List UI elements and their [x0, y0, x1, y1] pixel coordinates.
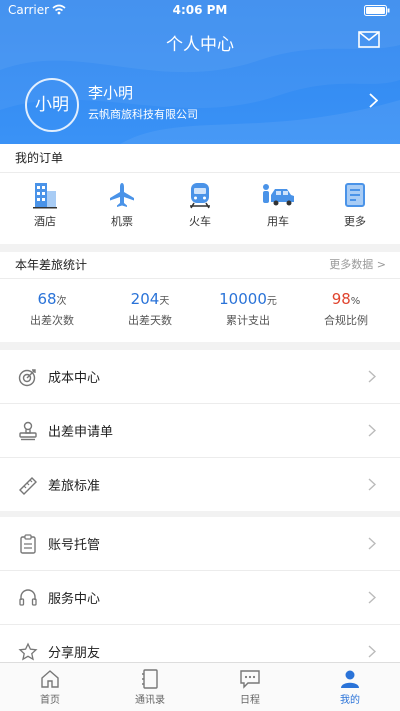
order-label: 机票 [111, 215, 133, 228]
ruler-icon [19, 477, 37, 495]
chevron-right-icon[interactable] [369, 93, 378, 108]
order-train[interactable]: 火车 [170, 181, 230, 229]
bottom-tab-bar: 首页 通讯录 日程 我的 [0, 662, 400, 711]
page-title: 个人中心 [166, 35, 234, 55]
menu-label: 成本中心 [48, 371, 101, 386]
clock: 4:06 PM [172, 3, 228, 17]
stat-unit: 天 [159, 296, 170, 307]
tab-label: 通讯录 [135, 695, 165, 706]
stat-label: 累计支出 [226, 314, 270, 327]
stamp-icon [19, 421, 37, 441]
user-company: 云帆商旅科技有限公司 [88, 108, 198, 121]
hotel-icon [33, 183, 57, 209]
stat-unit: 元 [266, 296, 277, 307]
stat-total-spend: 10000元 累计支出 [198, 290, 298, 328]
menu-group-travel: 成本中心 出差申请单 差旅标准 [0, 350, 400, 511]
person-icon [341, 670, 359, 688]
menu-label: 差旅标准 [48, 479, 101, 494]
airplane-icon [110, 183, 134, 207]
stat-unit: 次 [56, 296, 67, 307]
battery-icon [364, 5, 390, 16]
menu-label: 账号托管 [48, 538, 101, 553]
chat-icon [240, 670, 260, 689]
status-bar: Carrier 4:06 PM [0, 0, 400, 20]
target-icon [18, 369, 36, 387]
stat-value: 68 [37, 290, 57, 308]
stat-label: 出差次数 [30, 314, 74, 327]
menu-item-travel-standard[interactable]: 差旅标准 [0, 458, 400, 511]
chevron-right-icon [368, 424, 376, 437]
annual-travel-stats-section: 本年差旅统计 更多数据 > 68次 出差次数 204天 出差天数 10000元 … [0, 252, 400, 342]
menu-item-account-hosting[interactable]: 账号托管 [0, 517, 400, 571]
chevron-right-icon [368, 370, 376, 383]
stat-unit: % [350, 296, 361, 307]
stat-value: 98 [331, 290, 351, 308]
tab-home[interactable]: 首页 [0, 669, 100, 706]
section-title: 我的订单 [0, 144, 400, 173]
order-label: 火车 [189, 215, 211, 228]
order-flight[interactable]: 机票 [92, 181, 152, 229]
menu-item-service-center[interactable]: 服务中心 [0, 571, 400, 625]
menu-label: 服务中心 [48, 592, 101, 607]
avatar[interactable]: 小明 [25, 78, 79, 132]
profile-header: Carrier 4:06 PM 个人中心 小明 李小明 云帆商旅科技有限公司 [0, 0, 400, 144]
clipboard-icon [20, 534, 36, 554]
menu-item-travel-request[interactable]: 出差申请单 [0, 404, 400, 458]
chevron-right-icon [368, 478, 376, 491]
train-icon [190, 183, 210, 209]
order-label: 更多 [344, 215, 366, 228]
user-name: 李小明 [88, 84, 134, 102]
tab-schedule[interactable]: 日程 [200, 669, 300, 706]
stat-trip-count: 68次 出差次数 [2, 290, 102, 328]
tab-label: 我的 [340, 695, 360, 706]
menu-label: 分享朋友 [48, 646, 101, 661]
tab-mine[interactable]: 我的 [300, 669, 400, 706]
stat-trip-days: 204天 出差天数 [100, 290, 200, 328]
tab-label: 日程 [240, 695, 260, 706]
stat-label: 出差天数 [128, 314, 172, 327]
home-icon [41, 670, 59, 688]
order-label: 酒店 [34, 215, 56, 228]
menu-group-account: 账号托管 服务中心 分享朋友 [0, 517, 400, 678]
stat-compliance-rate: 98% 合规比例 [296, 290, 396, 328]
order-car[interactable]: 用车 [248, 181, 308, 229]
more-data-link[interactable]: 更多数据 > [329, 252, 386, 278]
chevron-right-icon [368, 645, 376, 658]
more-icon [345, 183, 365, 207]
order-hotel[interactable]: 酒店 [15, 181, 75, 229]
menu-item-cost-center[interactable]: 成本中心 [0, 350, 400, 404]
my-orders-section: 我的订单 酒店 机票 火车 用车 更多 [0, 144, 400, 244]
star-icon [18, 642, 38, 661]
chevron-right-icon [368, 591, 376, 604]
headset-icon [19, 589, 37, 606]
menu-label: 出差申请单 [48, 425, 114, 440]
stat-value: 10000 [219, 290, 267, 308]
order-more[interactable]: 更多 [325, 181, 385, 229]
tab-contacts[interactable]: 通讯录 [100, 669, 200, 706]
chevron-right-icon [368, 537, 376, 550]
order-label: 用车 [267, 215, 289, 228]
stat-value: 204 [130, 290, 160, 308]
tab-label: 首页 [40, 695, 60, 706]
stat-label: 合规比例 [324, 314, 368, 327]
car-icon [263, 184, 294, 206]
mail-icon[interactable] [358, 31, 380, 48]
contacts-icon [142, 669, 158, 689]
section-title: 本年差旅统计 [15, 258, 88, 272]
